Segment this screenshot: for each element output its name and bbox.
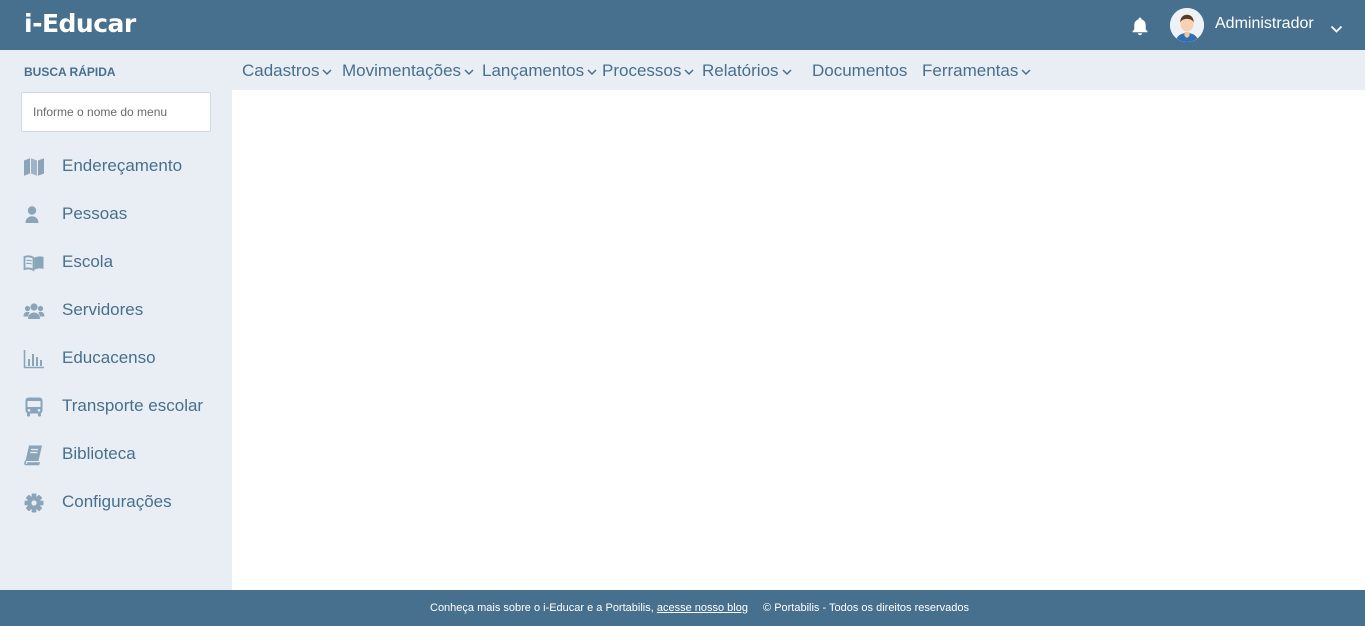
user-name[interactable]: Administrador — [1215, 15, 1314, 33]
menu-lancamentos[interactable]: Lançamentos — [482, 61, 597, 81]
sidebar-item-enderecamento[interactable]: Endereçamento — [0, 147, 232, 187]
sidebar-item-label: Educacenso — [62, 348, 156, 367]
copyright-text: © Portabilis - Todos os direitos reserva… — [763, 602, 970, 614]
chevron-down-icon[interactable] — [1330, 19, 1343, 33]
sidebar-item-servidores[interactable]: Servidores — [0, 291, 232, 331]
sidebar-item-label: Configurações — [62, 492, 172, 511]
blog-link[interactable]: acesse nosso blog — [657, 602, 748, 614]
chevron-down-icon — [587, 68, 597, 75]
menu-label: Processos — [602, 61, 682, 80]
bell-icon[interactable] — [1129, 15, 1151, 37]
menu-movimentacoes[interactable]: Movimentações — [342, 61, 474, 81]
chevron-down-icon — [464, 68, 474, 75]
menu-documentos[interactable]: Documentos — [812, 61, 907, 81]
menu-label: Relatórios — [702, 61, 779, 80]
main-content — [232, 90, 1365, 590]
chevron-down-icon — [782, 68, 792, 75]
menu-label: Documentos — [812, 61, 908, 80]
person-icon — [23, 204, 45, 226]
chevron-down-icon — [1021, 68, 1031, 75]
sidebar-item-label: Biblioteca — [62, 444, 136, 463]
avatar[interactable] — [1170, 8, 1204, 42]
menu-label: Movimentações — [342, 61, 462, 80]
gear-icon — [23, 492, 45, 514]
sidebar: BUSCA RÁPIDA Endereçamento Pessoas — [0, 50, 232, 590]
bar-chart-icon — [23, 348, 45, 370]
sidebar-item-configuracoes[interactable]: Configurações — [0, 483, 232, 523]
menu-cadastros[interactable]: Cadastros — [242, 61, 333, 81]
sidebar-item-escola[interactable]: Escola — [0, 243, 232, 283]
sidebar-item-label: Transporte escolar — [62, 396, 204, 415]
sidebar-item-pessoas[interactable]: Pessoas — [0, 195, 232, 235]
sidebar-item-label: Endereçamento — [62, 156, 183, 175]
quick-search-label: BUSCA RÁPIDA — [24, 65, 116, 79]
menu-label: Lançamentos — [482, 61, 585, 80]
open-book-icon — [23, 252, 45, 274]
users-icon — [23, 300, 45, 322]
sidebar-item-transporte-escolar[interactable]: Transporte escolar — [0, 387, 232, 427]
chevron-down-icon — [684, 68, 694, 75]
menu-processos[interactable]: Processos — [602, 61, 694, 81]
footer-about-text: Conheça mais sobre o i-Educar e a Portab… — [430, 602, 654, 614]
menu-label: Cadastros — [242, 61, 320, 80]
top-bar: i-Educar Administrador — [0, 0, 1365, 50]
bus-icon — [23, 396, 45, 418]
sidebar-item-biblioteca[interactable]: Biblioteca — [0, 435, 232, 475]
book-icon — [23, 444, 45, 466]
footer-text-line: Conheça mais sobre o i-Educar e a Portab… — [430, 602, 969, 614]
app-logo[interactable]: i-Educar — [24, 9, 136, 38]
main-menu: Cadastros Movimentações Lançamentos Proc… — [232, 50, 1365, 90]
sidebar-item-label: Escola — [62, 252, 114, 271]
chevron-down-icon — [322, 68, 333, 75]
footer: Conheça mais sobre o i-Educar e a Portab… — [0, 590, 1365, 626]
menu-relatorios[interactable]: Relatórios — [702, 61, 792, 81]
menu-ferramentas[interactable]: Ferramentas — [922, 61, 1031, 81]
sidebar-item-educacenso[interactable]: Educacenso — [0, 339, 232, 379]
sidebar-item-label: Pessoas — [62, 204, 128, 223]
map-icon — [23, 156, 45, 178]
quick-search-input[interactable] — [21, 92, 211, 132]
menu-label: Ferramentas — [922, 61, 1019, 80]
sidebar-item-label: Servidores — [62, 300, 144, 319]
